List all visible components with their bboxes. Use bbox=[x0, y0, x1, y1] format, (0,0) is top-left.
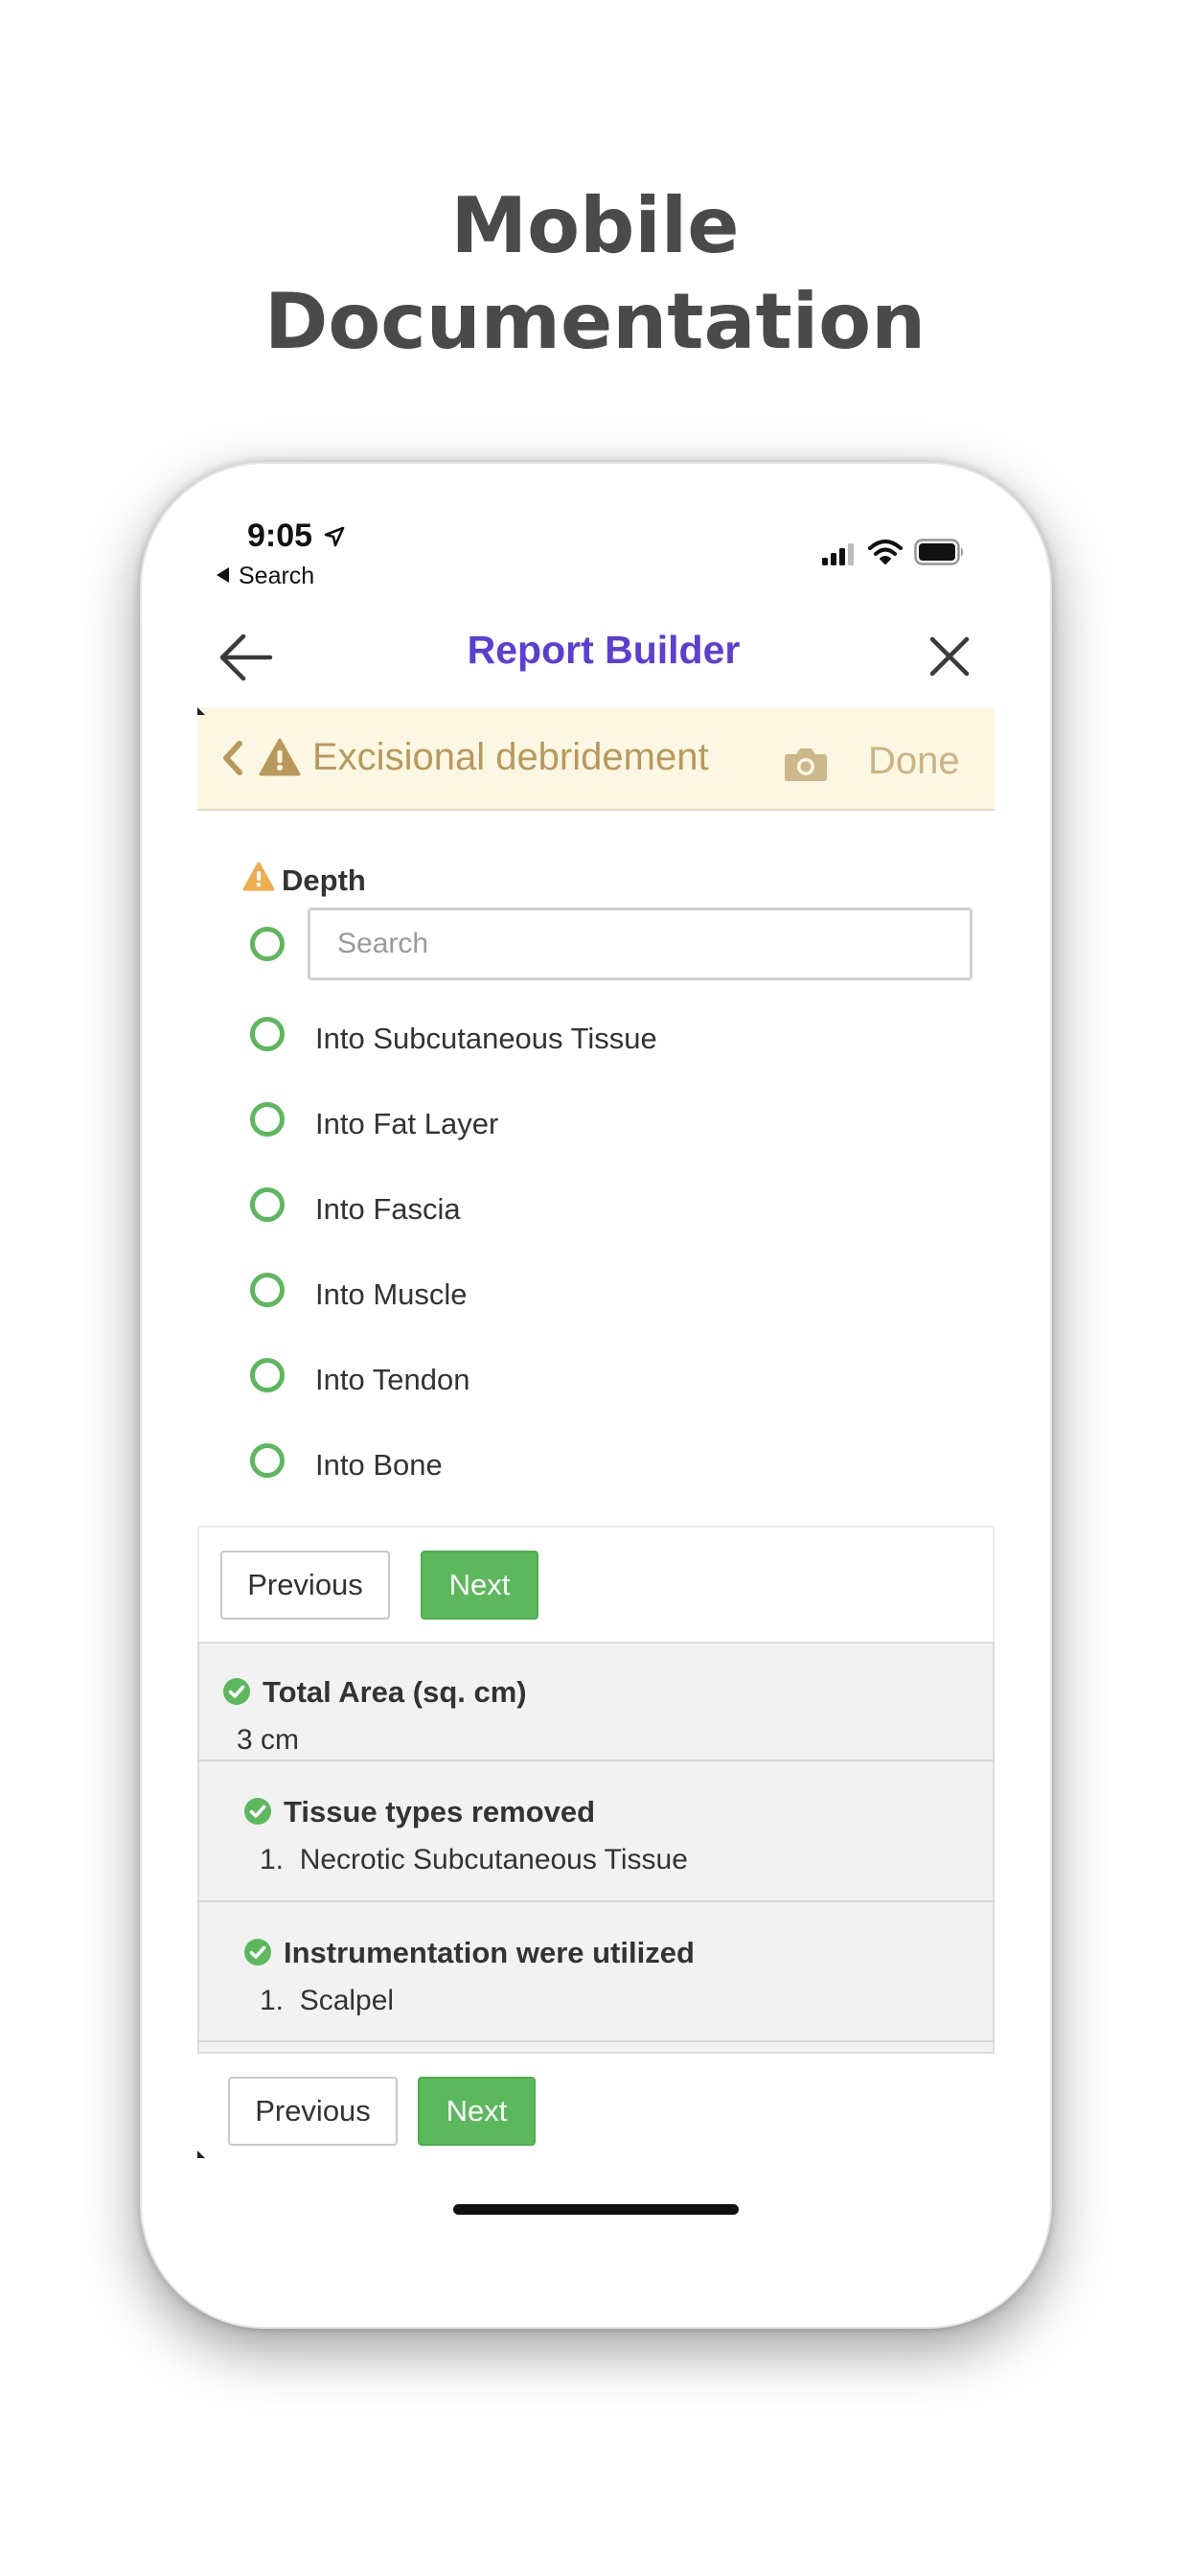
previous-button-bottom[interactable]: Previous bbox=[228, 2077, 398, 2146]
radio-option[interactable] bbox=[250, 1017, 285, 1051]
question-label: Depth bbox=[282, 863, 366, 897]
summary-divider bbox=[197, 1760, 995, 1761]
summary-item-value: 1. Necrotic Subcutaneous Tissue bbox=[260, 1844, 688, 1875]
summary-item-title[interactable]: Tissue types removed bbox=[284, 1795, 595, 1829]
section-title: Excisional debridement bbox=[312, 736, 709, 778]
search-input[interactable] bbox=[308, 908, 973, 980]
radio-option[interactable] bbox=[250, 1358, 285, 1392]
summary-item-title[interactable]: Total Area (sq. cm) bbox=[263, 1675, 527, 1710]
check-circle-icon bbox=[244, 1939, 271, 1966]
cellular-signal-icon bbox=[822, 543, 854, 565]
summary-divider bbox=[197, 2040, 995, 2042]
radio-option[interactable] bbox=[250, 1273, 285, 1307]
back-to-app-label: Search bbox=[239, 563, 315, 589]
option-label[interactable]: Into Fat Layer bbox=[315, 1107, 498, 1141]
crop-mark bbox=[197, 707, 205, 715]
wifi-icon bbox=[868, 540, 903, 564]
chevron-left-icon[interactable] bbox=[222, 741, 243, 775]
summary-item-value: 1. Scalpel bbox=[260, 1985, 395, 2016]
question-nav-card: Previous Next bbox=[197, 1526, 995, 1643]
previous-button[interactable]: Previous bbox=[220, 1551, 390, 1620]
headline-line-2: Documentation bbox=[263, 277, 927, 366]
marketing-headline: Mobile Documentation bbox=[0, 178, 1190, 370]
section-header: Excisional debridement Done bbox=[197, 707, 995, 811]
status-time: 9:05 bbox=[247, 518, 313, 554]
summary-item-title[interactable]: Instrumentation were utilized bbox=[284, 1936, 695, 1970]
summary-divider bbox=[197, 1900, 995, 1902]
camera-icon[interactable] bbox=[784, 746, 828, 782]
back-to-app-link[interactable]: Search bbox=[217, 563, 314, 590]
radio-option[interactable] bbox=[250, 1187, 285, 1222]
check-circle-icon bbox=[223, 1678, 250, 1705]
home-indicator[interactable] bbox=[453, 2204, 739, 2215]
radio-option[interactable] bbox=[250, 1443, 285, 1478]
battery-icon bbox=[914, 539, 963, 565]
option-label[interactable]: Into Muscle bbox=[315, 1277, 468, 1312]
required-warning-icon bbox=[242, 862, 275, 891]
option-label[interactable]: Into Bone bbox=[315, 1448, 443, 1483]
option-label[interactable]: Into Tendon bbox=[315, 1363, 469, 1397]
done-button[interactable]: Done bbox=[868, 740, 960, 783]
close-icon[interactable] bbox=[929, 636, 970, 677]
summary-item-value: 3 cm bbox=[237, 1724, 300, 1756]
option-label[interactable]: Into Subcutaneous Tissue bbox=[315, 1022, 657, 1056]
next-button-bottom[interactable]: Next bbox=[418, 2077, 536, 2146]
radio-search[interactable] bbox=[250, 927, 285, 961]
crop-mark bbox=[197, 2150, 205, 2158]
warning-icon bbox=[259, 738, 301, 776]
location-arrow-icon bbox=[324, 526, 345, 547]
check-circle-icon bbox=[244, 1798, 271, 1825]
back-triangle-icon bbox=[217, 567, 229, 583]
option-label[interactable]: Into Fascia bbox=[315, 1192, 461, 1227]
page-title: Report Builder bbox=[467, 628, 741, 672]
radio-option[interactable] bbox=[250, 1102, 285, 1137]
next-button[interactable]: Next bbox=[421, 1551, 538, 1620]
headline-line-1: Mobile bbox=[450, 181, 740, 270]
